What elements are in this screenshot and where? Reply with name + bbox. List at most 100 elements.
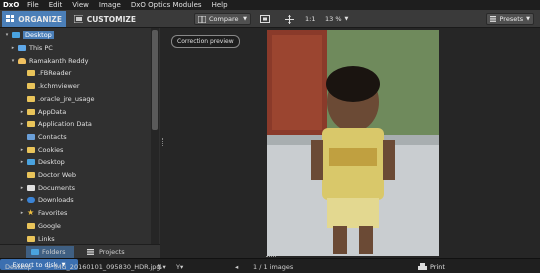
grid-icon <box>6 15 15 22</box>
tree-item[interactable]: ▸ This PC <box>0 42 150 55</box>
tree-item[interactable]: Contacts <box>0 131 150 144</box>
expanded-arrow-icon[interactable]: ▾ <box>10 58 16 64</box>
tree-item-label: Desktop <box>38 158 65 167</box>
correction-preview-button[interactable]: Correction preview <box>171 35 240 48</box>
tree-item-label: Favorites <box>38 209 68 218</box>
tree-item-label: Links <box>38 234 55 243</box>
tree-item[interactable]: ▸ Application Data <box>0 118 150 131</box>
compare-icon <box>198 15 206 23</box>
tab-folders[interactable]: Folders <box>26 246 74 258</box>
move-icon <box>285 14 294 24</box>
projects-icon <box>87 249 94 255</box>
tab-folders-label: Folders <box>42 248 66 256</box>
menu-edit[interactable]: Edit <box>44 0 68 10</box>
tree-item[interactable]: ▸ Cookies <box>0 143 150 156</box>
menu-bar: DxO File Edit View Image DxO Optics Modu… <box>0 0 540 10</box>
collapsed-arrow-icon[interactable]: ▸ <box>19 197 25 203</box>
fit-screen-icon <box>260 15 270 23</box>
photo-image <box>267 30 439 256</box>
tree-item[interactable]: ▸ Desktop <box>0 156 150 169</box>
zoom-select[interactable]: 13 % ▼ <box>325 13 348 25</box>
collapsed-arrow-icon[interactable]: ▸ <box>19 121 25 127</box>
collapsed-arrow-icon[interactable]: ▸ <box>19 159 25 165</box>
tree-item[interactable]: .oracle_jre_usage <box>0 93 150 106</box>
tree-item[interactable]: ▾ Desktop <box>0 29 150 42</box>
collapsed-arrow-icon[interactable]: ▸ <box>19 109 25 115</box>
sort-order-button[interactable]: ⇅▾ <box>157 262 166 272</box>
menu-file[interactable]: File <box>22 0 44 10</box>
presets-dropdown-icon: ▼ <box>526 16 530 22</box>
zoom-value: 13 % <box>325 15 342 23</box>
expanded-arrow-icon[interactable]: ▾ <box>4 32 10 38</box>
compare-dropdown-icon[interactable]: ▼ <box>243 16 247 22</box>
print-button[interactable]: Print <box>418 261 445 272</box>
breadcrumb-separator-icon: > <box>46 263 52 271</box>
move-button[interactable] <box>285 13 294 25</box>
tree-item[interactable]: Google <box>0 220 150 233</box>
tree-item[interactable]: ▸ Downloads <box>0 194 150 207</box>
folder-icon <box>27 70 35 77</box>
tab-customize[interactable]: CUSTOMIZE <box>70 11 140 27</box>
collapsed-arrow-icon[interactable]: ▸ <box>19 210 25 216</box>
tree-item[interactable]: ▸ Documents <box>0 181 150 194</box>
image-count: 1 / 1 images <box>253 263 294 271</box>
folder-tree[interactable]: ▾ Desktop ▸ This PC ▾ Ramakanth Reddy .FBReade… <box>0 28 150 244</box>
tree-item-label: .kchmviewer <box>38 82 80 91</box>
image-viewer[interactable]: Correction preview <box>166 28 540 258</box>
tree-item-label: Contacts <box>38 132 67 141</box>
menu-image[interactable]: Image <box>94 0 126 10</box>
tree-item-label: Doctor Web <box>38 171 76 180</box>
previous-image-icon[interactable]: ◂ <box>235 262 238 272</box>
folder-icon <box>27 235 35 242</box>
tree-item[interactable]: Doctor Web <box>0 169 150 182</box>
tree-item[interactable]: .FBReader <box>0 67 150 80</box>
user-icon <box>18 57 26 64</box>
tree-item[interactable]: ▸ AppData <box>0 105 150 118</box>
tree-item[interactable]: .kchmviewer <box>0 80 150 93</box>
doc-icon <box>27 184 35 191</box>
tab-projects[interactable]: Projects <box>84 246 128 258</box>
tree-scroll-thumb[interactable] <box>152 30 158 130</box>
print-label: Print <box>430 262 445 271</box>
folder-icon <box>27 172 35 179</box>
tree-item[interactable]: ▾ Ramakanth Reddy <box>0 54 150 67</box>
collapsed-arrow-icon[interactable]: ▸ <box>10 45 16 51</box>
folder-icon <box>27 121 35 128</box>
menu-optics-modules[interactable]: DxO Optics Modules <box>126 0 207 10</box>
tree-item-label: Downloads <box>38 196 74 205</box>
folder-blue-icon <box>12 32 20 39</box>
folder-icon <box>31 249 39 255</box>
tree-item[interactable]: ▸ ★ Favorites <box>0 207 150 220</box>
collapsed-arrow-icon[interactable]: ▸ <box>19 147 25 153</box>
folder-icon <box>27 108 35 115</box>
tab-organize-label: ORGANIZE <box>18 14 62 24</box>
tree-scrollbar[interactable] <box>151 28 159 244</box>
star-icon: ★ <box>27 208 35 218</box>
folder-icon <box>27 222 35 229</box>
breadcrumb-root[interactable]: Desktop <box>5 262 32 272</box>
tree-item-label: Application Data <box>38 120 92 129</box>
dl-icon <box>27 197 35 204</box>
tree-item-label: Google <box>38 221 61 230</box>
photo-preview <box>267 30 439 256</box>
status-bar: Desktop > IMG_20160101_095830_HDR.jpg ⇅▾… <box>0 258 540 273</box>
zoom-ratio-button[interactable]: 1:1 <box>305 13 315 25</box>
folder-icon <box>27 146 35 153</box>
folder-icon <box>27 83 35 90</box>
menu-view[interactable]: View <box>67 0 94 10</box>
tree-item-label: Cookies <box>38 145 64 154</box>
menu-help[interactable]: Help <box>207 0 233 10</box>
pc-icon <box>18 45 26 52</box>
folder-browser-panel: ▾ Desktop ▸ This PC ▾ Ramakanth Reddy .FBReade… <box>0 28 160 258</box>
fit-screen-button[interactable] <box>260 13 270 25</box>
folder-icon <box>27 95 35 102</box>
tab-organize[interactable]: ORGANIZE <box>2 11 66 27</box>
tree-item-label: Ramakanth Reddy <box>29 56 89 65</box>
printer-icon <box>418 262 427 270</box>
filter-button[interactable]: Y▾ <box>176 262 183 272</box>
presets-button[interactable]: Presets ▼ <box>486 13 534 25</box>
tree-item-label: .FBReader <box>38 69 72 78</box>
collapsed-arrow-icon[interactable]: ▸ <box>19 185 25 191</box>
tree-item[interactable]: Links <box>0 232 150 244</box>
compare-button[interactable]: Compare ▼ <box>194 13 251 25</box>
